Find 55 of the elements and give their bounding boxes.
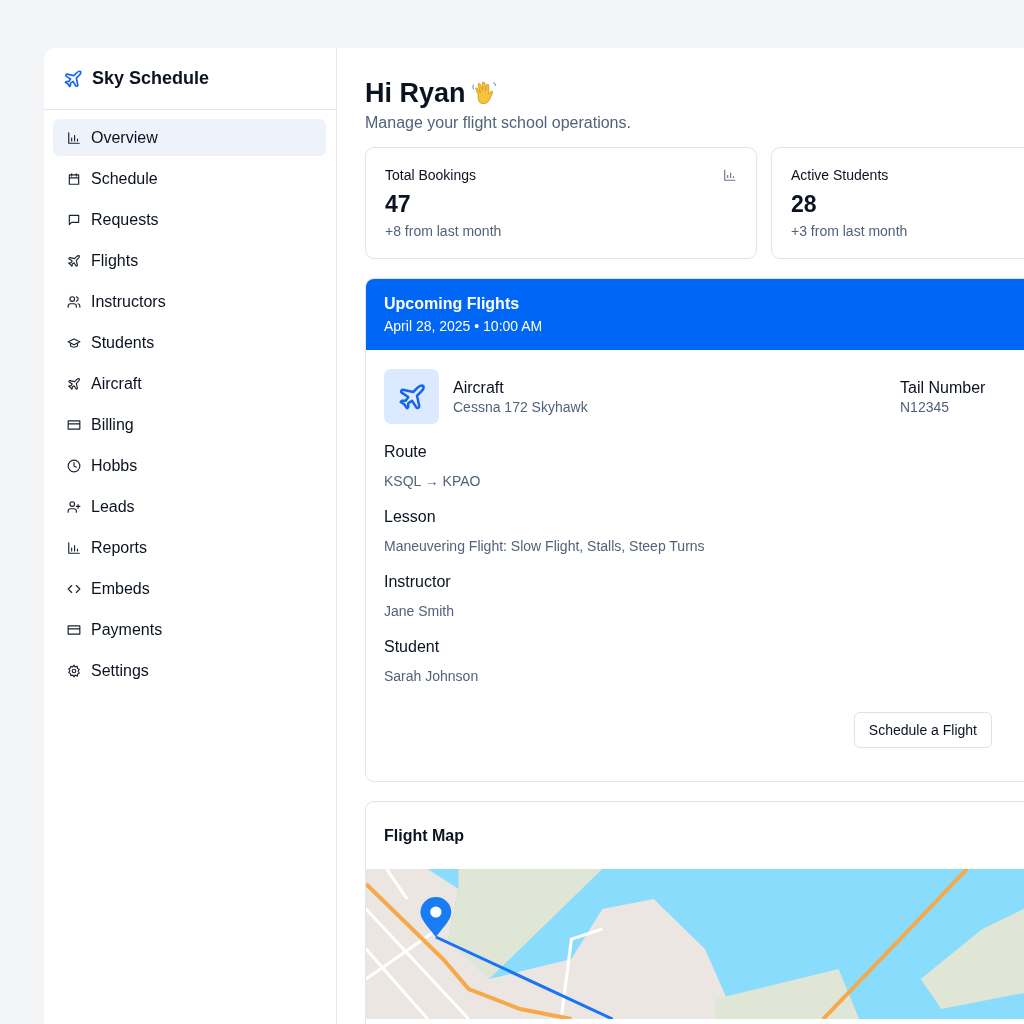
plane-icon [67,253,81,268]
sidebar-item[interactable]: Billing [53,406,326,443]
bar-chart-icon [67,130,81,145]
field-value: Sarah Johnson [384,668,479,684]
subtitle: Manage your flight school operations. [365,114,632,132]
sidebar-item[interactable]: Instructors [53,283,326,320]
sidebar-item[interactable]: Embeds [53,570,326,607]
stat-value: 28 [791,191,817,218]
clock-icon [67,458,81,473]
plane-icon [67,376,81,391]
field-value: Jane Smith [384,603,455,619]
bar-chart-icon [67,540,81,555]
credit-card-icon [67,622,81,637]
field-label: Student [384,638,440,656]
waving-hand-icon [469,79,498,107]
app-title: Sky Schedule [92,68,210,89]
field-label: Instructor [384,573,451,591]
field-value: Maneuvering Flight: Slow Flight, Stalls, Steep Turns [384,538,705,554]
sidebar-item[interactable]: Overview [53,119,326,156]
people-icon [67,294,81,309]
user-plus-icon [67,499,81,514]
sidebar-item[interactable]: Students [53,324,326,361]
sidebar-item[interactable]: Hobbs [53,447,326,484]
speech-bubble-icon [67,212,81,227]
stat-note: +3 from last month [791,223,908,239]
calendar-icon [67,171,81,186]
stat-note: +8 from last month [385,223,502,239]
sidebar-item[interactable]: Flights [53,242,326,279]
field-value: Cessna 172 Skyhawk [453,398,588,415]
sidebar-item[interactable]: Settings [53,652,326,689]
credit-card-icon [67,417,81,432]
stat-value: 47 [385,191,411,218]
stat-label: Total Bookings [385,167,477,183]
flight-datetime: April 28, 2025 • 10:00 AM [384,318,543,334]
field-label: Route [384,443,427,461]
sidebar-item[interactable]: Schedule [53,160,326,197]
sidebar-item[interactable]: Payments [53,611,326,648]
schedule-flight-button[interactable]: Schedule a Flight [853,712,992,748]
plane-logo-icon [63,68,83,89]
sidebar-item[interactable]: Aircraft [53,365,326,402]
field-value: N12345 [900,398,950,415]
field-label: Lesson [384,508,436,526]
gear-icon [67,663,81,678]
sidebar-item[interactable]: Reports [53,529,326,566]
field-label: Tail Number [900,378,986,397]
greeting-heading: Hi Ryan [365,77,466,109]
sidebar-item[interactable]: Leads [53,488,326,525]
sidebar-item[interactable]: Requests [53,201,326,238]
stat-label: Active Students [791,167,889,183]
bar-chart-icon [723,168,737,182]
card-title: Upcoming Flights [384,295,520,313]
card-title: Flight Map [383,826,465,846]
field-value: KSQL → KPAO [384,473,481,489]
graduation-cap-icon [67,335,81,350]
field-label: Aircraft [453,378,504,397]
